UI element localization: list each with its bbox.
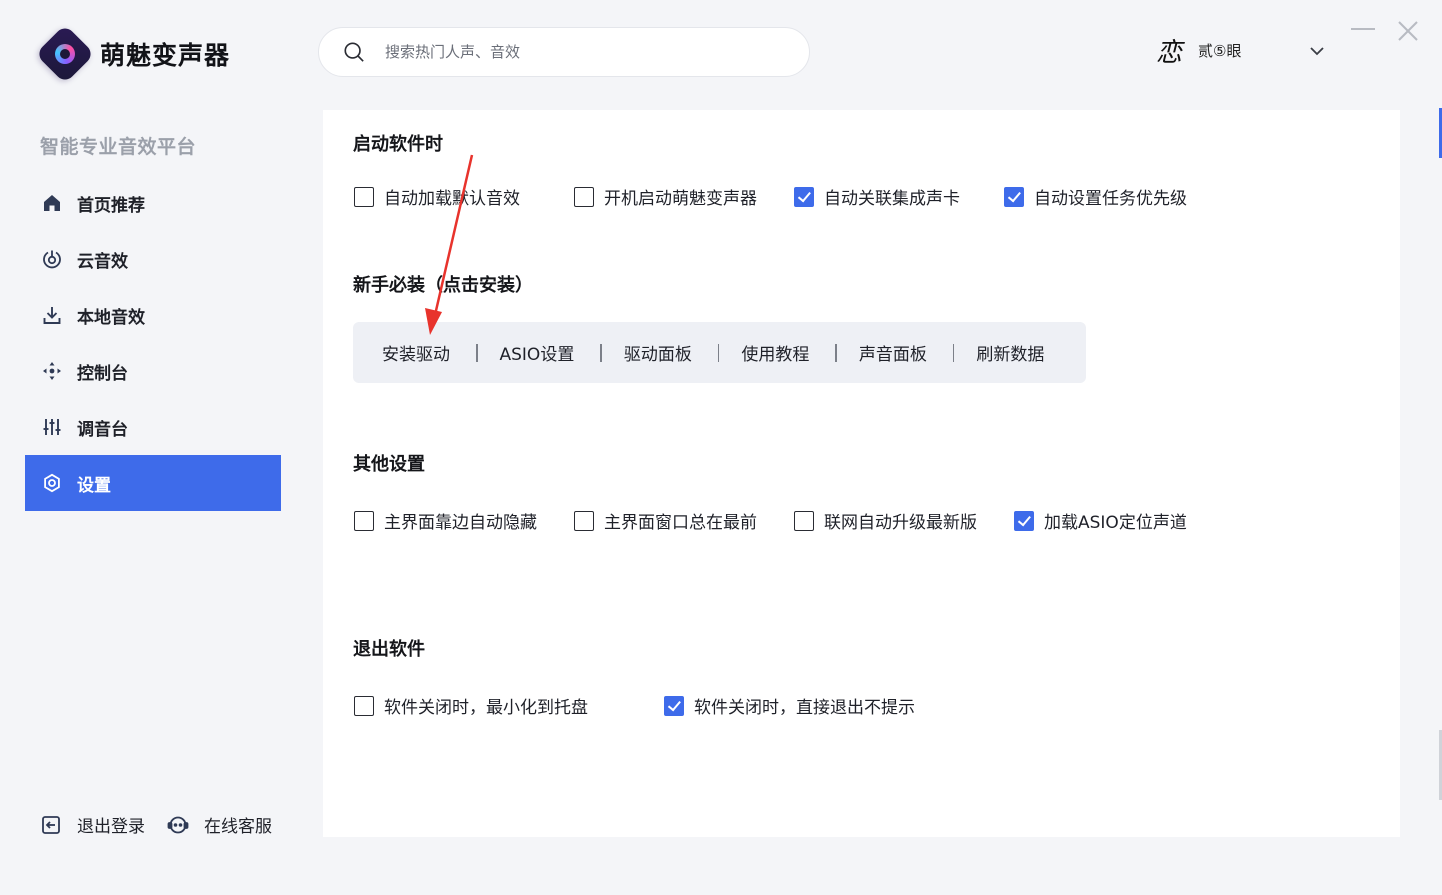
checkbox[interactable] [574,510,594,531]
app-logo: 萌魅变声器 [35,24,231,84]
checkbox[interactable] [794,186,814,207]
checkbox[interactable] [574,186,594,207]
tutorial-button[interactable]: 使用教程 [741,340,809,365]
sidebar-item-label: 设置 [77,475,111,496]
sidebar-item-local-sound[interactable]: 本地音效 [25,287,281,343]
minimize-button[interactable] [1351,28,1375,30]
checkbox[interactable] [354,510,374,531]
user-menu[interactable]: 恋 贰⑤眼 [1154,32,1241,68]
option-label: 主界面靠边自动隐藏 [384,513,537,533]
divider [835,343,837,362]
annotation-arrow [425,154,474,335]
sidebar-item-settings[interactable]: 设置 [25,455,281,511]
option-exit-directly[interactable]: 软件关闭时，直接退出不提示 [664,693,915,718]
checkbox[interactable] [354,186,374,207]
close-icon[interactable] [1397,20,1419,42]
driver-panel-button[interactable]: 驱动面板 [624,340,692,365]
option-label: 软件关闭时，直接退出不提示 [694,698,915,718]
sidebar-footer: 退出登录 在线客服 [40,812,272,837]
logout-icon [42,815,60,834]
option-launch-on-boot[interactable]: 开机启动萌魅变声器 [574,184,794,209]
option-always-on-top[interactable]: 主界面窗口总在最前 [574,508,794,533]
install-driver-button[interactable]: 安装驱动 [382,340,450,365]
option-label: 软件关闭时，最小化到托盘 [384,698,588,718]
checkbox[interactable] [794,510,814,531]
option-edge-auto-hide[interactable]: 主界面靠边自动隐藏 [354,508,574,533]
search-input[interactable] [385,43,765,61]
logo-icon [35,24,95,84]
option-auto-task-priority[interactable]: 自动设置任务优先级 [1004,184,1187,209]
sidebar-item-cloud-sound[interactable]: 云音效 [25,231,281,287]
section-title-other: 其他设置 [353,454,425,475]
search-icon[interactable] [343,41,365,63]
sidebar-nav: 首页推荐 云音效 本地音效 控制台 调音台 设置 [25,175,281,511]
option-label: 联网自动升级最新版 [824,513,977,533]
section-title-exit: 退出软件 [353,639,425,660]
sidebar-item-label: 本地音效 [77,307,145,328]
chevron-down-icon[interactable] [1308,42,1326,60]
divider [476,343,478,362]
option-minimize-to-tray[interactable]: 软件关闭时，最小化到托盘 [354,693,664,718]
option-label: 开机启动萌魅变声器 [604,189,757,209]
online-support-button[interactable]: 在线客服 [167,812,272,837]
move-arrows-icon [43,362,61,380]
cloud-sound-icon [43,250,61,269]
option-load-asio-channel[interactable]: 加载ASIO定位声道 [1014,508,1187,533]
support-headset-icon [167,816,189,833]
support-label: 在线客服 [204,817,272,837]
download-icon [43,307,61,324]
checkbox[interactable] [664,695,684,716]
sidebar-item-label: 控制台 [77,363,128,384]
option-auto-upgrade[interactable]: 联网自动升级最新版 [794,508,1014,533]
sidebar-item-label: 首页推荐 [77,195,145,216]
checkbox[interactable] [1014,510,1034,531]
tagline: 智能专业音效平台 [40,136,197,158]
settings-panel: 启动软件时 自动加载默认音效 开机启动萌魅变声器 自动关联集成声卡 自动设置任务… [323,110,1400,837]
divider [952,343,955,362]
divider [717,343,720,362]
sound-panel-button[interactable]: 声音面板 [859,340,927,365]
sidebar-item-mixer[interactable]: 调音台 [25,399,281,455]
option-label: 自动设置任务优先级 [1034,189,1187,209]
asio-settings-button[interactable]: ASIO设置 [500,340,575,365]
gear-icon [44,473,60,493]
search-bar[interactable] [318,27,810,77]
mixer-sliders-icon [43,419,61,435]
logout-label: 退出登录 [77,817,145,837]
other-options: 主界面靠边自动隐藏 主界面窗口总在最前 联网自动升级最新版 加载ASIO定位声道 [354,508,1187,533]
checkbox[interactable] [354,695,374,716]
option-label: 自动关联集成声卡 [824,189,960,209]
sidebar-item-label: 云音效 [77,251,128,272]
app-name: 萌魅变声器 [100,41,231,70]
checkbox[interactable] [1004,186,1024,207]
username[interactable]: 贰⑤眼 [1198,40,1241,61]
avatar[interactable]: 恋 [1154,32,1184,68]
home-icon [44,195,60,211]
sidebar-item-console[interactable]: 控制台 [25,343,281,399]
sidebar-item-label: 调音台 [77,419,128,440]
logout-button[interactable]: 退出登录 [40,812,145,837]
option-auto-link-soundcard[interactable]: 自动关联集成声卡 [794,184,1004,209]
exit-options: 软件关闭时，最小化到托盘 软件关闭时，直接退出不提示 [354,693,915,718]
divider [600,343,602,362]
option-label: 加载ASIO定位声道 [1044,513,1187,533]
sidebar-item-home[interactable]: 首页推荐 [25,175,281,231]
refresh-data-button[interactable]: 刷新数据 [976,340,1044,365]
option-label: 主界面窗口总在最前 [604,513,757,533]
